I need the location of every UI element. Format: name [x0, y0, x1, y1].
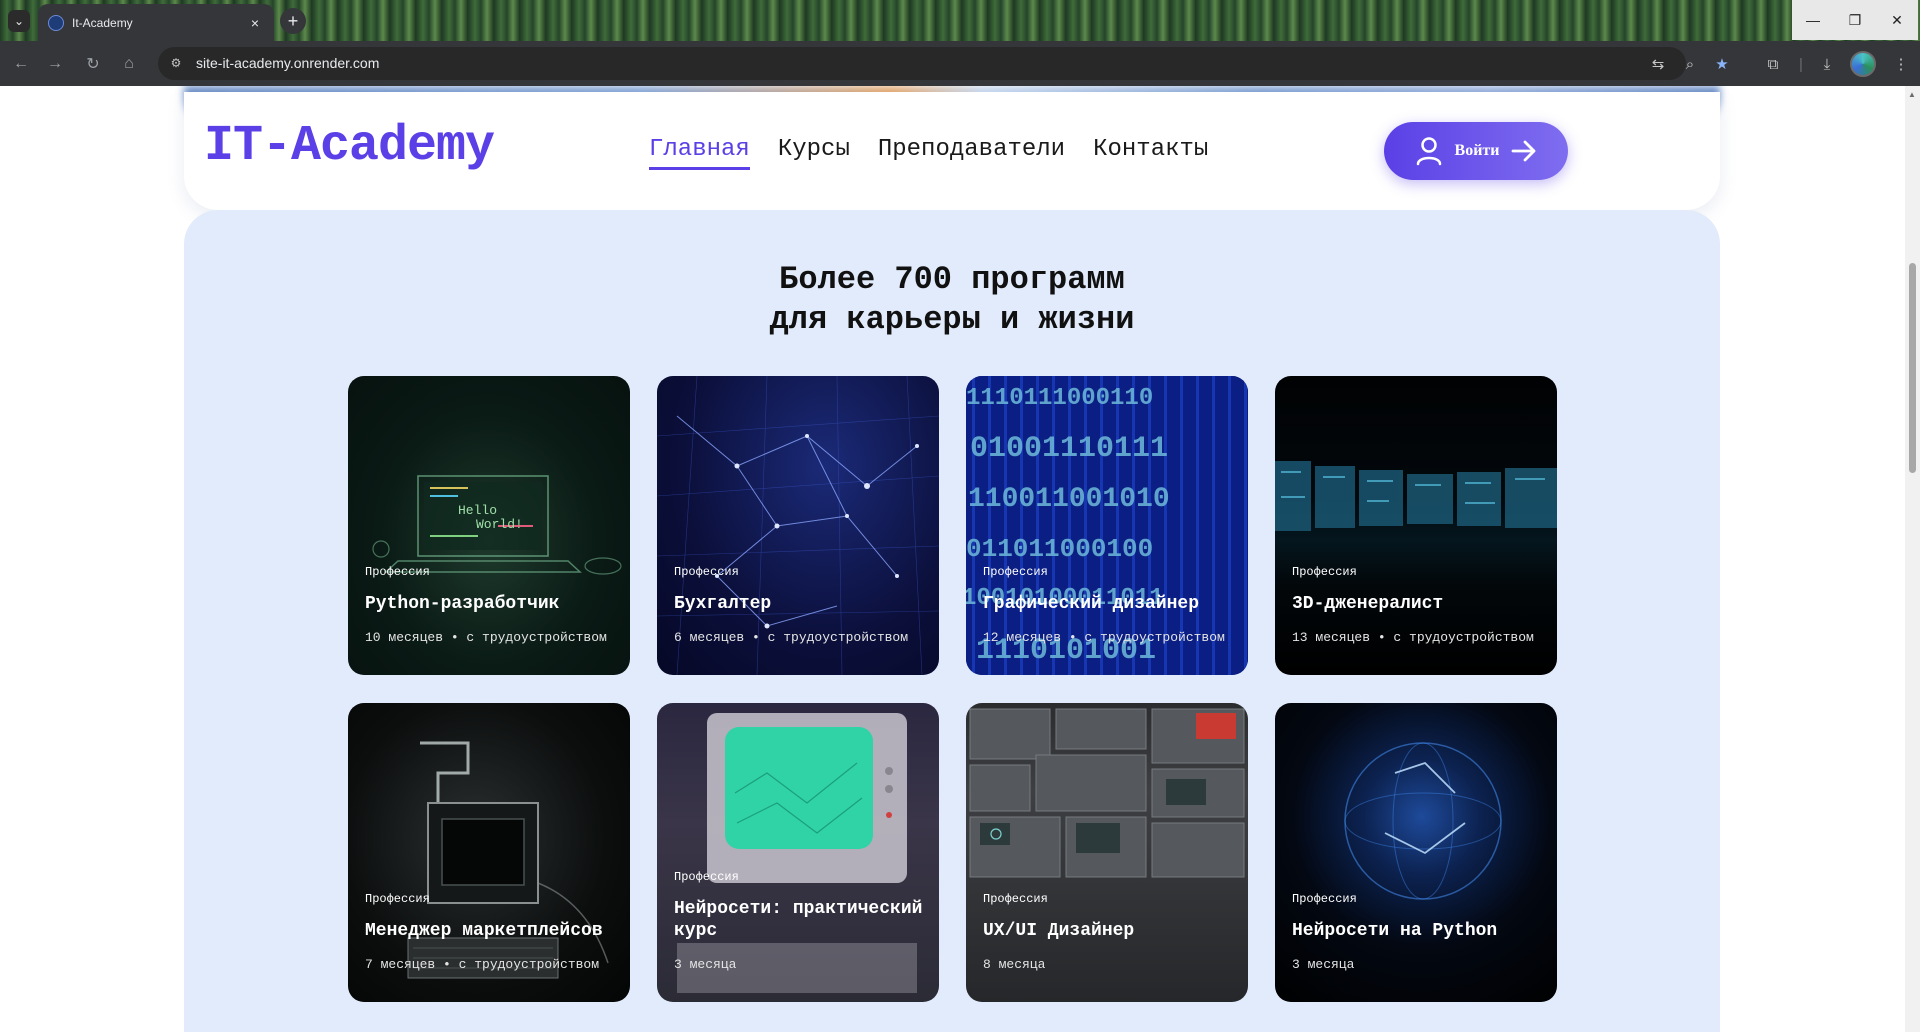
- close-window-icon[interactable]: ✕: [1876, 0, 1918, 40]
- page-viewport: IT-Academy Главная Курсы Преподаватели К…: [0, 86, 1905, 1032]
- nav-courses[interactable]: Курсы: [778, 136, 850, 170]
- card-kind: Профессия: [983, 565, 1048, 579]
- address-bar[interactable]: ⚙ site-it-academy.onrender.com ⇆ ⌕ ★: [158, 47, 1729, 80]
- toolbar-divider: |: [1799, 55, 1803, 73]
- tab-search-icon[interactable]: ⌄: [8, 10, 30, 32]
- home-icon[interactable]: ⌂: [118, 53, 140, 75]
- programs-headline: Более 700 программ для карьеры и жизни: [184, 260, 1720, 340]
- card-body: Профессия Python-разработчик 10 месяцев …: [365, 565, 618, 647]
- card-meta: 12 месяцев • с трудоустройством: [983, 630, 1225, 645]
- site-info-icon[interactable]: ⚙: [168, 55, 184, 71]
- card-title: UX/UI Дизайнер: [983, 921, 1135, 941]
- scroll-thumb[interactable]: [1909, 263, 1916, 473]
- site-logo[interactable]: IT-Academy: [204, 118, 495, 175]
- close-tab-icon[interactable]: ×: [246, 15, 264, 31]
- tab-title: It-Academy: [72, 15, 133, 30]
- scroll-up-icon[interactable]: ▲: [1908, 90, 1916, 99]
- site-header: IT-Academy Главная Курсы Преподаватели К…: [184, 92, 1720, 210]
- login-label: Войти: [1454, 142, 1500, 159]
- card-body: Профессия UX/UI Дизайнер 8 месяца: [983, 892, 1236, 974]
- card-kind: Профессия: [365, 892, 430, 906]
- card-title: Менеджер маркетплейсов: [365, 921, 603, 941]
- program-card-accountant[interactable]: Профессия Бухгалтер 6 месяцев • с трудоу…: [657, 376, 939, 675]
- main-nav: Главная Курсы Преподаватели Контакты: [649, 136, 1208, 170]
- card-title: 3D-дженералист: [1292, 594, 1444, 614]
- code-text-hello: Hello: [458, 503, 497, 518]
- new-tab-icon[interactable]: +: [280, 8, 306, 34]
- card-meta: 6 месяцев • с трудоустройством: [674, 630, 909, 645]
- card-kind: Профессия: [674, 870, 739, 884]
- extensions-icon[interactable]: ⧉: [1762, 53, 1784, 75]
- browser-toolbar: ← → ↻ ⌂ ⚙ site-it-academy.onrender.com ⇆…: [0, 41, 1920, 86]
- zoom-icon[interactable]: ⌕: [1680, 54, 1700, 74]
- card-meta: 3 месяца: [674, 957, 737, 972]
- card-body: Профессия Бухгалтер 6 месяцев • с трудоу…: [674, 565, 927, 647]
- login-button[interactable]: Войти: [1384, 122, 1568, 180]
- card-kind: Профессия: [983, 892, 1048, 906]
- card-title: Графический дизайнер: [983, 594, 1200, 614]
- program-card-neural-python[interactable]: Профессия Нейросети на Python 3 месяца: [1275, 703, 1557, 1002]
- card-body: Профессия Нейросети на Python 3 месяца: [1292, 892, 1545, 974]
- browser-tabstrip: ⌄ It-Academy × + — ❐ ✕: [0, 0, 1920, 41]
- program-card-3d-generalist[interactable]: Профессия 3D-дженералист 13 месяцев • с …: [1275, 376, 1557, 675]
- program-card-graphic-designer[interactable]: 1110111000110 01001110111 110011001010 0…: [966, 376, 1248, 675]
- browser-tab[interactable]: It-Academy ×: [38, 4, 274, 41]
- card-kind: Профессия: [1292, 892, 1357, 906]
- url-text: site-it-academy.onrender.com: [196, 55, 380, 71]
- forward-icon[interactable]: →: [44, 53, 66, 75]
- card-body: Профессия Менеджер маркетплейсов 7 месяц…: [365, 892, 618, 974]
- card-title: Python-разработчик: [365, 594, 560, 614]
- headline-line-2: для карьеры и жизни: [769, 301, 1135, 338]
- card-body: Профессия Нейросети: практический курс 3…: [674, 870, 927, 974]
- card-title: Нейросети на Python: [1292, 921, 1498, 941]
- card-body: Профессия 3D-дженералист 13 месяцев • с …: [1292, 565, 1545, 647]
- reload-icon[interactable]: ↻: [82, 53, 104, 75]
- card-meta: 3 месяца: [1292, 957, 1355, 972]
- nav-teachers[interactable]: Преподаватели: [878, 136, 1065, 170]
- profile-avatar[interactable]: [1850, 51, 1876, 77]
- back-icon[interactable]: ←: [10, 53, 32, 75]
- user-icon: [1416, 137, 1441, 166]
- card-body: Профессия Графический дизайнер 12 месяце…: [983, 565, 1236, 647]
- card-title: Нейросети: практический курс: [674, 899, 923, 941]
- nav-home[interactable]: Главная: [649, 136, 750, 170]
- menu-icon[interactable]: ⋮: [1890, 53, 1912, 75]
- card-meta: 7 месяцев • с трудоустройством: [365, 957, 600, 972]
- arrow-right-icon: [1512, 140, 1536, 162]
- program-card-python[interactable]: Hello World! Профессия Python-разработчи…: [348, 376, 630, 675]
- page-scrollbar[interactable]: ▲: [1905, 86, 1920, 1032]
- headline-line-1: Более 700 программ: [779, 261, 1125, 298]
- bookmark-star-icon[interactable]: ★: [1712, 54, 1732, 74]
- card-kind: Профессия: [1292, 565, 1357, 579]
- card-meta: 13 месяцев • с трудоустройством: [1292, 630, 1534, 645]
- programs-section: Более 700 программ для карьеры и жизни H…: [184, 210, 1720, 1032]
- card-kind: Профессия: [674, 565, 739, 579]
- card-meta: 10 месяцев • с трудоустройством: [365, 630, 607, 645]
- code-text-world: World!: [476, 517, 523, 532]
- download-icon[interactable]: ⤓: [1816, 53, 1838, 75]
- card-meta: 8 месяца: [983, 957, 1046, 972]
- nav-contacts[interactable]: Контакты: [1093, 136, 1208, 170]
- program-card-neural-practical[interactable]: Профессия Нейросети: практический курс 3…: [657, 703, 939, 1002]
- restore-icon[interactable]: ❐: [1834, 0, 1876, 40]
- program-card-marketplace-manager[interactable]: Профессия Менеджер маркетплейсов 7 месяц…: [348, 703, 630, 1002]
- card-kind: Профессия: [365, 565, 430, 579]
- programs-grid: Hello World! Профессия Python-разработчи…: [348, 376, 1557, 1002]
- site-favicon-icon: [48, 14, 64, 31]
- minimize-icon[interactable]: —: [1792, 0, 1834, 40]
- program-card-ux-ui[interactable]: Профессия UX/UI Дизайнер 8 месяца: [966, 703, 1248, 1002]
- card-title: Бухгалтер: [674, 594, 772, 614]
- translate-icon[interactable]: ⇆: [1648, 54, 1668, 74]
